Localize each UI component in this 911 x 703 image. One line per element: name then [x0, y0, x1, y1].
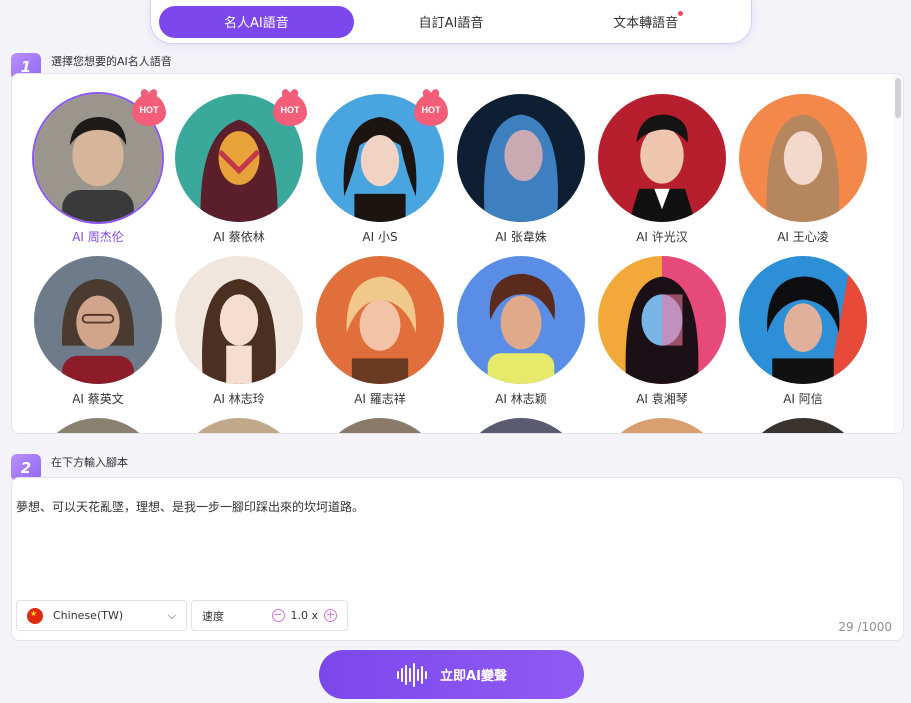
avatar-wrap	[173, 254, 305, 386]
avatar	[314, 416, 446, 433]
script-textarea[interactable]: 夢想、可以天花亂墜，理想、是我一步一腳印踩出來的坎坷道路。	[16, 498, 364, 515]
tab-text-to-speech-label: 文本轉語音	[613, 16, 679, 31]
speed-value: 1.0 x	[290, 609, 319, 622]
avatar-wrap	[596, 254, 728, 386]
china-flag-icon	[27, 607, 43, 624]
voice-card[interactable]	[735, 416, 871, 433]
hot-badge: HOT	[273, 94, 307, 126]
voice-list-panel[interactable]: HOT AI 周杰伦 HOT AI 蔡依林 HOT AI 小S AI 张韋姝 A…	[11, 73, 904, 434]
voice-name: AI 蔡英文	[72, 392, 124, 406]
mode-tabs: 名人AI語音 自訂AI語音 文本轉語音	[150, 0, 752, 44]
speed-label: 速度	[202, 609, 224, 623]
voice-card[interactable]	[30, 416, 166, 433]
voice-name: AI 羅志祥	[354, 392, 406, 406]
voice-name: AI 阿信	[783, 392, 823, 406]
voice-card[interactable]: AI 林志玲	[171, 254, 307, 414]
avatar	[173, 416, 305, 433]
avatar	[596, 254, 728, 386]
voice-card[interactable]	[453, 416, 589, 433]
tab-custom-voice[interactable]: 自訂AI語音	[354, 6, 549, 38]
step-1-label: 選擇您想要的AI名人語音	[51, 54, 172, 68]
avatar	[173, 254, 305, 386]
avatar	[455, 416, 587, 433]
voice-card[interactable]: HOT AI 蔡依林	[171, 92, 307, 252]
avatar	[596, 92, 728, 224]
voice-name: AI 袁湘琴	[636, 392, 688, 406]
avatar-wrap	[737, 92, 869, 224]
avatar	[455, 254, 587, 386]
language-select[interactable]: Chinese(TW) ⌵	[16, 600, 187, 631]
avatar-wrap	[596, 92, 728, 224]
voice-name: AI 王心凌	[777, 230, 829, 244]
avatar	[455, 92, 587, 224]
voice-card[interactable]	[312, 416, 448, 433]
language-value: Chinese(TW)	[53, 609, 124, 622]
voice-name: AI 张韋姝	[495, 230, 547, 244]
sound-wave-icon	[396, 662, 428, 687]
avatar	[596, 416, 728, 433]
avatar-wrap	[455, 92, 587, 224]
script-panel: 夢想、可以天花亂墜，理想、是我一步一腳印踩出來的坎坷道路。 Chinese(TW…	[11, 477, 904, 641]
scrollbar-thumb[interactable]	[895, 78, 901, 118]
voice-card[interactable]: HOT AI 周杰伦	[30, 92, 166, 252]
character-counter: 29 /1000	[838, 620, 892, 634]
avatar-wrap: HOT	[173, 92, 307, 224]
voice-card[interactable]: AI 许光汉	[594, 92, 730, 252]
avatar	[314, 254, 446, 386]
speed-decrease-button[interactable]: −	[271, 609, 285, 622]
avatar	[737, 254, 869, 386]
new-dot-badge	[678, 10, 684, 16]
avatar-wrap: HOT	[314, 92, 448, 224]
voice-name: AI 许光汉	[636, 230, 688, 244]
voice-card[interactable]: AI 阿信	[735, 254, 871, 414]
speed-increase-button[interactable]: +	[324, 609, 337, 622]
voice-card[interactable]: AI 袁湘琴	[594, 254, 730, 414]
voice-name: AI 蔡依林	[213, 230, 265, 244]
avatar	[32, 254, 164, 386]
voice-name: AI 周杰伦	[72, 230, 124, 244]
hot-badge: HOT	[414, 94, 448, 126]
voice-name: AI 林志玲	[213, 392, 265, 406]
convert-voice-button[interactable]: 立即AI變聲	[319, 650, 584, 699]
avatar-wrap	[32, 254, 164, 386]
voice-name: AI 小S	[362, 230, 398, 244]
voice-name: AI 林志颖	[495, 392, 547, 406]
avatar-wrap	[314, 254, 446, 386]
avatar	[737, 92, 869, 224]
tab-celebrity-voice[interactable]: 名人AI語音	[159, 5, 354, 38]
speed-control: 速度 − 1.0 x +	[191, 600, 348, 631]
hot-badge: HOT	[132, 94, 166, 126]
voice-list-scrollbar[interactable]	[893, 74, 903, 433]
avatar	[32, 416, 164, 433]
voice-card[interactable]: AI 林志颖	[453, 254, 589, 414]
avatar-wrap: HOT	[32, 92, 166, 224]
voice-card[interactable]: AI 王心凌	[735, 92, 871, 252]
chevron-down-icon: ⌵	[167, 608, 176, 622]
voice-card[interactable]	[171, 416, 307, 433]
voice-card[interactable]: AI 张韋姝	[453, 92, 589, 252]
convert-button-label: 立即AI變聲	[440, 669, 507, 684]
voice-card[interactable]: AI 蔡英文	[30, 254, 166, 414]
voice-card[interactable]: HOT AI 小S	[312, 92, 448, 252]
voice-card[interactable]	[594, 416, 730, 433]
avatar-wrap	[455, 254, 587, 386]
avatar-wrap	[737, 254, 869, 386]
step-2-label: 在下方輸入腳本	[51, 455, 128, 469]
avatar	[737, 416, 869, 433]
voice-card[interactable]: AI 羅志祥	[312, 254, 448, 414]
tab-text-to-speech[interactable]: 文本轉語音	[548, 6, 743, 38]
